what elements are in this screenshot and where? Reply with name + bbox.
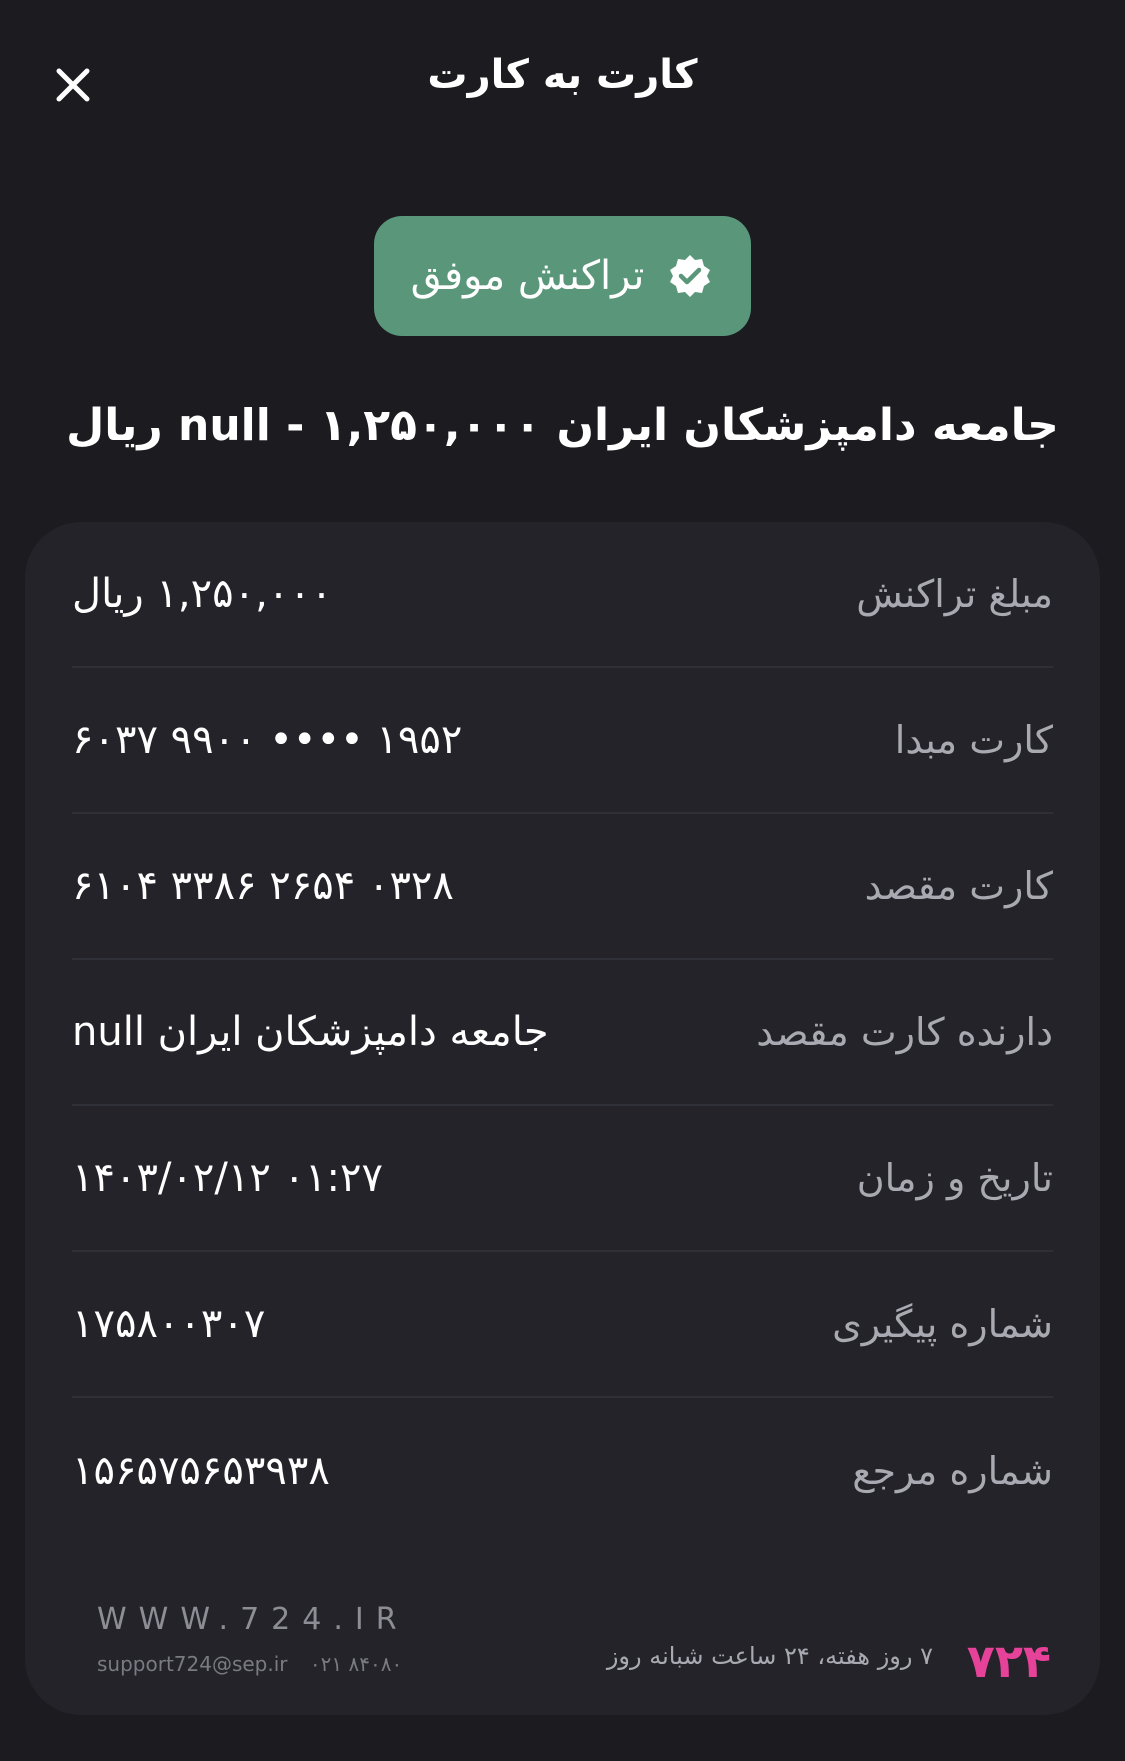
brand-logo: ۷۲۴ (966, 1634, 1051, 1688)
verified-check-icon (670, 255, 711, 297)
receipt-footer: WWW.724.IR support724@sep.ir ۰۲۱ ۸۴۰۸۰ ۷… (72, 1582, 1053, 1692)
detail-value: ۱۴۰۳/۰۲/۱۲ ۰۱:۲۷ (72, 1155, 383, 1201)
detail-label: تاریخ و زمان (856, 1156, 1053, 1200)
detail-row-source-card: کارت مبدا ۶۰۳۷ ۹۹۰۰ •••• ۱۹۵۲ (72, 668, 1053, 814)
service-slogan: ۷ روز هفته، ۲۴ ساعت شبانه روز (606, 1642, 933, 1670)
detail-value: ۱۷۵۸۰۰۳۰۷ (72, 1301, 266, 1347)
website-link[interactable]: WWW.724.IR (97, 1602, 409, 1637)
detail-value: جامعه دامپزشکان ایران null (72, 1009, 549, 1055)
status-label: تراکنش موفق (410, 253, 645, 299)
support-phone[interactable]: ۰۲۱ ۸۴۰۸۰ (310, 1652, 402, 1676)
detail-row-tracking-number: شماره پیگیری ۱۷۵۸۰۰۳۰۷ (72, 1252, 1053, 1398)
status-badge: تراکنش موفق (374, 216, 751, 336)
support-email[interactable]: support724@sep.ir (97, 1652, 288, 1676)
detail-label: مبلغ تراکنش (856, 572, 1053, 616)
detail-row-reference-number: شماره مرجع ۱۵۶۵۷۵۶۵۳۹۳۸ (72, 1398, 1053, 1544)
detail-label: کارت مبدا (894, 718, 1053, 762)
detail-row-datetime: تاریخ و زمان ۱۴۰۳/۰۲/۱۲ ۰۱:۲۷ (72, 1106, 1053, 1252)
detail-label: شماره پیگیری (832, 1302, 1053, 1346)
transaction-summary: جامعه دامپزشکان ایران null - ۱,۲۵۰,۰۰۰ ر… (66, 400, 1059, 451)
detail-row-amount: مبلغ تراکنش ۱,۲۵۰,۰۰۰ ریال (72, 522, 1053, 668)
page-title: کارت به کارت (427, 52, 698, 98)
detail-value: ۱,۲۵۰,۰۰۰ ریال (72, 571, 333, 617)
detail-value: ۶۱۰۴ ۳۳۸۶ ۲۶۵۴ ۰۳۲۸ (72, 863, 454, 909)
detail-label: شماره مرجع (852, 1449, 1053, 1493)
detail-label: کارت مقصد (864, 864, 1053, 908)
detail-row-destination-card: کارت مقصد ۶۱۰۴ ۳۳۸۶ ۲۶۵۴ ۰۳۲۸ (72, 814, 1053, 960)
detail-label: دارنده کارت مقصد (756, 1010, 1053, 1054)
contact-info: support724@sep.ir ۰۲۱ ۸۴۰۸۰ (97, 1652, 418, 1676)
app-header: کارت به کارت (0, 0, 1125, 170)
receipt-card: مبلغ تراکنش ۱,۲۵۰,۰۰۰ ریال کارت مبدا ۶۰۳… (25, 522, 1100, 1715)
detail-value: ۱۵۶۵۷۵۶۵۳۹۳۸ (72, 1448, 330, 1494)
detail-value: ۶۰۳۷ ۹۹۰۰ •••• ۱۹۵۲ (72, 717, 463, 763)
detail-row-card-holder: دارنده کارت مقصد جامعه دامپزشکان ایران n… (72, 960, 1053, 1106)
